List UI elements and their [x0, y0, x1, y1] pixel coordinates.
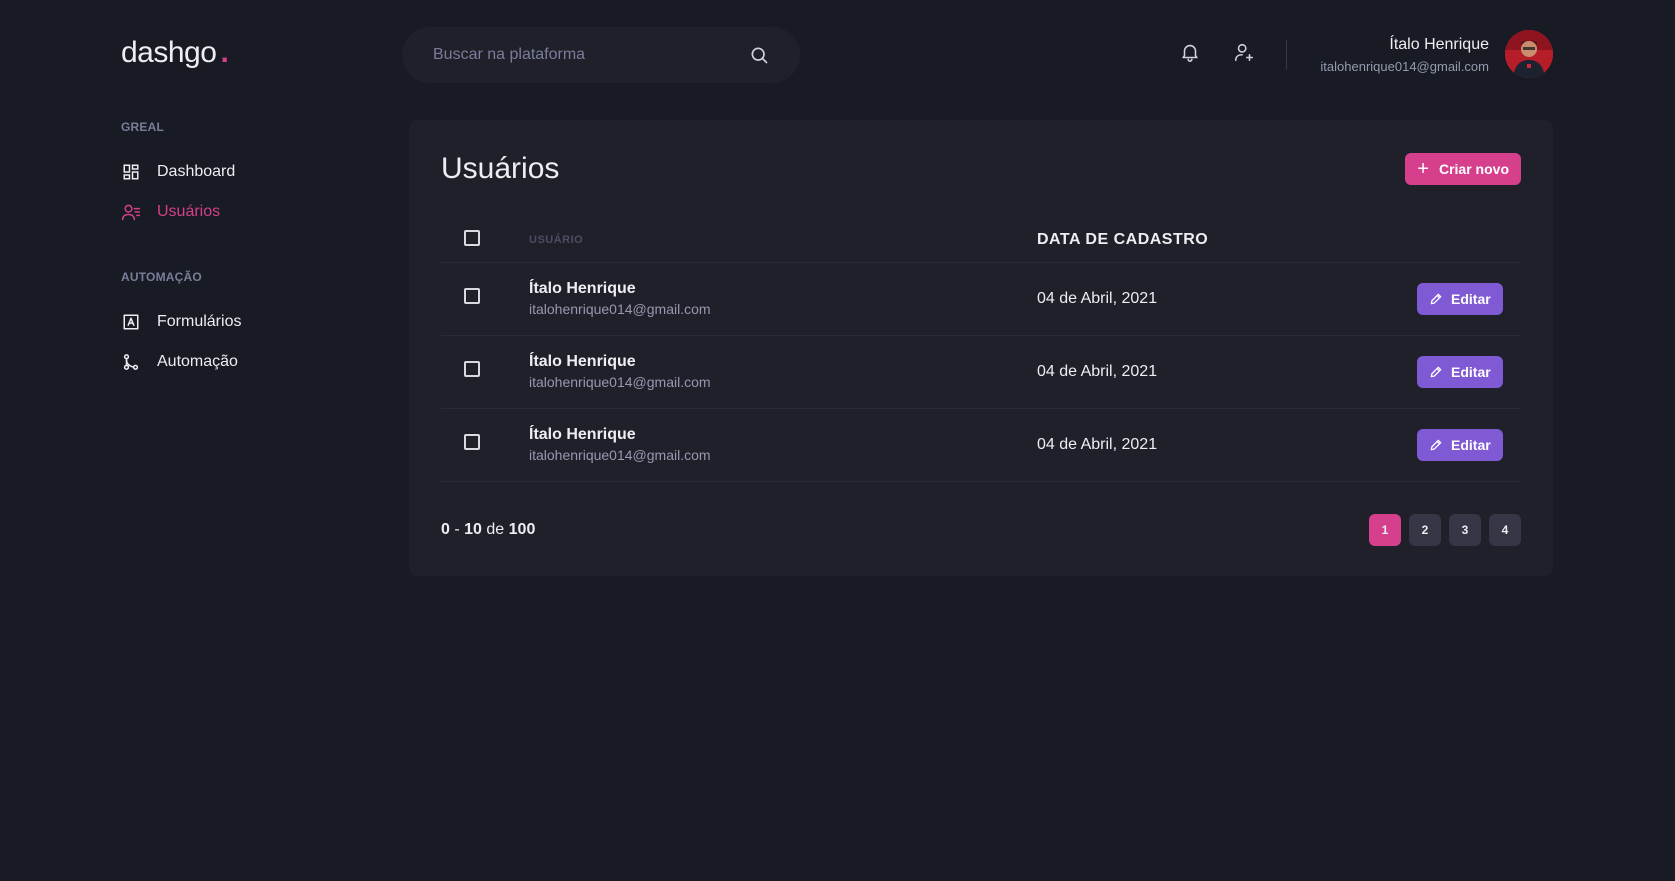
user-cell: Ítalo Henrique italohenrique014@gmail.co…	[529, 262, 1037, 336]
table-header: USUÁRIO DATA DE CADASTRO	[441, 218, 1521, 263]
column-header-actions	[1417, 218, 1521, 263]
edit-label: Editar	[1451, 363, 1491, 380]
table-row: Ítalo Henrique italohenrique014@gmail.co…	[441, 335, 1521, 409]
create-new-button[interactable]: + Criar novo	[1405, 153, 1521, 185]
pencil-icon	[1429, 365, 1443, 379]
dashboard-icon	[121, 162, 141, 182]
users-table: USUÁRIO DATA DE CADASTRO Ítalo Henrique …	[441, 218, 1521, 482]
users-icon	[121, 202, 141, 222]
pencil-icon	[1429, 292, 1443, 306]
sidebar-item-label: Dashboard	[157, 163, 236, 180]
pagination-sep: -	[454, 520, 460, 538]
user-email: italohenrique014@gmail.com	[529, 300, 711, 317]
table-body: Ítalo Henrique italohenrique014@gmail.co…	[441, 262, 1521, 482]
user-cell: Ítalo Henrique italohenrique014@gmail.co…	[529, 408, 1037, 482]
sidebar-section-title: GREAL	[121, 120, 164, 134]
sidebar-item-label: Usuários	[157, 203, 221, 220]
user-email: italohenrique014@gmail.com	[529, 373, 711, 390]
select-all-cell	[441, 218, 529, 263]
search-icon[interactable]	[748, 44, 770, 66]
bell-icon[interactable]	[1178, 40, 1202, 64]
nav-list: Formulários Automação	[121, 310, 381, 374]
user-cell: Ítalo Henrique italohenrique014@gmail.co…	[529, 335, 1037, 409]
user-name: Ítalo Henrique	[529, 279, 636, 297]
user-email: italohenrique014@gmail.com	[529, 446, 711, 463]
date-cell: 04 de Abril, 2021	[1037, 408, 1417, 482]
pencil-icon	[1429, 438, 1443, 452]
edit-button[interactable]: Editar	[1417, 282, 1503, 315]
page-title: Usuários	[441, 152, 560, 185]
date-cell: 04 de Abril, 2021	[1037, 262, 1417, 336]
row-checkbox[interactable]	[464, 288, 480, 304]
header-divider	[1286, 40, 1287, 70]
app-root: dashgo. Ítalo Henrique italohenrique014@…	[0, 0, 1675, 881]
page-buttons: 1 2 3 4	[1369, 513, 1521, 546]
sidebar-item-formularios[interactable]: Formulários	[121, 310, 381, 334]
page-button-3[interactable]: 3	[1449, 513, 1481, 546]
avatar[interactable]	[1505, 30, 1553, 78]
pagination-total: 100	[508, 520, 536, 538]
edit-button[interactable]: Editar	[1417, 355, 1503, 388]
table-row: Ítalo Henrique italohenrique014@gmail.co…	[441, 408, 1521, 482]
table-row: Ítalo Henrique italohenrique014@gmail.co…	[441, 262, 1521, 336]
page-button-4[interactable]: 4	[1489, 513, 1521, 546]
sidebar-section-general: GREAL Dashboard Usuários	[121, 120, 381, 224]
column-header-date: DATA DE CADASTRO	[1037, 218, 1417, 263]
column-header-user: USUÁRIO	[529, 218, 1037, 263]
sidebar: GREAL Dashboard Usuários AUTOMAÇÃO Formu…	[121, 120, 381, 390]
page-button-1[interactable]: 1	[1369, 513, 1401, 546]
sidebar-item-dashboard[interactable]: Dashboard	[121, 160, 381, 184]
form-icon	[121, 312, 141, 332]
search-input[interactable]	[433, 46, 748, 64]
search-bar	[402, 27, 800, 83]
pagination-of: de	[486, 520, 505, 538]
logo-text: dashgo	[121, 36, 217, 69]
nav-list: Dashboard Usuários	[121, 160, 381, 224]
profile-email: italohenrique014@gmail.com	[1320, 59, 1489, 74]
edit-label: Editar	[1451, 436, 1491, 453]
edit-label: Editar	[1451, 290, 1491, 307]
pagination: 0 - 10 de 100 1 2 3 4	[441, 513, 1521, 546]
edit-button[interactable]: Editar	[1417, 428, 1503, 461]
notification-area	[1178, 40, 1256, 64]
git-merge-icon	[121, 352, 141, 372]
panel-header: Usuários + Criar novo	[441, 152, 1521, 186]
pagination-to: 10	[464, 520, 482, 538]
sidebar-item-automacao[interactable]: Automação	[121, 350, 381, 374]
logo[interactable]: dashgo.	[121, 36, 229, 70]
user-name: Ítalo Henrique	[529, 425, 636, 443]
pagination-from: 0	[441, 520, 450, 538]
page-button-2[interactable]: 2	[1409, 513, 1441, 546]
select-all-checkbox[interactable]	[464, 230, 480, 247]
sidebar-item-label: Automação	[157, 353, 238, 370]
profile-name: Ítalo Henrique	[1389, 36, 1489, 53]
sidebar-item-label: Formulários	[157, 313, 242, 330]
row-checkbox[interactable]	[464, 434, 480, 450]
sidebar-item-usuarios[interactable]: Usuários	[121, 200, 381, 224]
date-cell: 04 de Abril, 2021	[1037, 335, 1417, 409]
user-name: Ítalo Henrique	[529, 352, 636, 370]
logo-dot: .	[220, 36, 229, 69]
users-panel: Usuários + Criar novo USUÁRIO DATA DE CA…	[409, 120, 1553, 576]
sidebar-section-title: AUTOMAÇÃO	[121, 270, 202, 284]
profile-info: Ítalo Henrique italohenrique014@gmail.co…	[1320, 33, 1489, 77]
add-user-icon[interactable]	[1232, 40, 1256, 64]
pagination-info: 0 - 10 de 100	[441, 521, 535, 539]
plus-icon: +	[1417, 158, 1429, 180]
row-checkbox[interactable]	[464, 361, 480, 377]
sidebar-section-automacao: AUTOMAÇÃO Formulários Automação	[121, 270, 381, 374]
create-new-label: Criar novo	[1438, 161, 1509, 177]
